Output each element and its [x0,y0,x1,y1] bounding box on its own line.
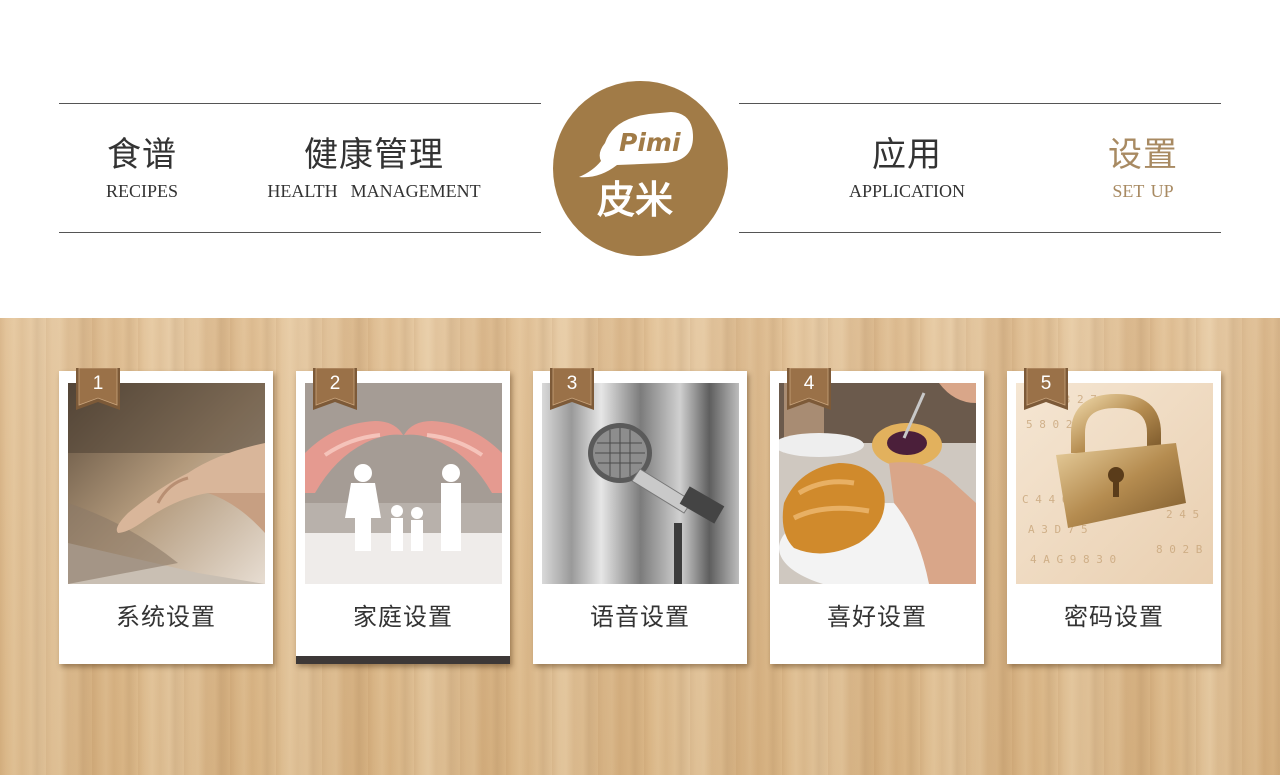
card-photo [305,383,502,584]
card-number: 5 [1040,373,1052,394]
card-number-ribbon: 1 [76,367,120,412]
golden-padlock-with-numbers-image: 1 4 6 3 2 7 95 8 0 2 A C 4 4 6A 3 D 7 5 … [1016,383,1213,584]
nav-item-setup[interactable]: 设置 SET UP [1088,132,1198,203]
divider-line [739,103,1221,104]
card-number-ribbon: 3 [550,367,594,412]
card-label: 系统设置 [116,603,216,631]
nav-label-en: SET UP [1112,181,1174,201]
settings-card-system[interactable]: 1 系统设置 [59,367,273,664]
card-number-ribbon: 5 [1024,367,1068,412]
card-photo [779,383,976,584]
svg-text:C 4 4 6: C 4 4 6 [1022,493,1068,506]
card-number-ribbon: 2 [313,367,357,412]
nav-label-en: HEALTH MANAGEMENT [267,181,481,201]
card-number: 1 [92,373,104,394]
card-number: 3 [566,373,578,394]
croissant-breakfast-image [779,383,976,584]
nav-item-recipes[interactable]: 食谱 RECIPES [88,132,196,203]
hands-over-paper-family-image [305,383,502,584]
settings-card-voice[interactable]: 3 语音设置 [533,367,747,664]
card-label: 语音设置 [590,603,690,631]
nav-label-en: APPLICATION [848,181,965,201]
card-number-ribbon: 4 [787,367,831,412]
pimi-logo[interactable]: Pimi 皮米 [553,81,728,256]
nav-item-health-management[interactable]: 健康管理 HEALTH MANAGEMENT [250,132,498,203]
card-label: 家庭设置 [353,603,453,631]
card-number: 2 [329,373,341,394]
nav-label-zh: 食谱 [107,135,177,175]
svg-text:Pimi: Pimi [619,128,681,157]
svg-text:4 A G 9 8 3 0: 4 A G 9 8 3 0 [1030,553,1116,566]
card-photo: 1 4 6 3 2 7 95 8 0 2 A C 4 4 6A 3 D 7 5 … [1016,383,1213,584]
settings-card-password[interactable]: 1 4 6 3 2 7 95 8 0 2 A C 4 4 6A 3 D 7 5 … [1007,367,1221,664]
pimi-logo-icon: Pimi 皮米 [579,112,693,222]
nav-label-zh: 应用 [872,135,942,175]
settings-card-preferences[interactable]: 4 喜好设置 [770,367,984,664]
top-navigation: 食谱 RECIPES 健康管理 HEALTH MANAGEMENT Pimi 皮… [0,0,1280,318]
divider-line [59,232,541,233]
nav-item-application[interactable]: 应用 APPLICATION [832,132,982,203]
svg-text:8 0 2 B: 8 0 2 B [1156,543,1203,556]
nav-label-zh: 健康管理 [304,135,444,175]
svg-text:皮米: 皮米 [597,178,673,222]
card-photo [542,383,739,584]
card-label: 密码设置 [1064,603,1164,631]
nav-label-en: RECIPES [105,181,179,201]
card-photo [68,383,265,584]
divider-line [59,103,541,104]
nav-label-zh: 设置 [1108,135,1178,175]
settings-card-family[interactable]: 2 家庭设置 [296,367,510,664]
card-number: 4 [803,373,815,394]
microphone-on-stand-image [542,383,739,584]
svg-text:2 4 5: 2 4 5 [1166,508,1199,521]
card-label: 喜好设置 [827,603,927,631]
hand-touching-tablet-image [68,383,265,584]
divider-line [739,232,1221,233]
